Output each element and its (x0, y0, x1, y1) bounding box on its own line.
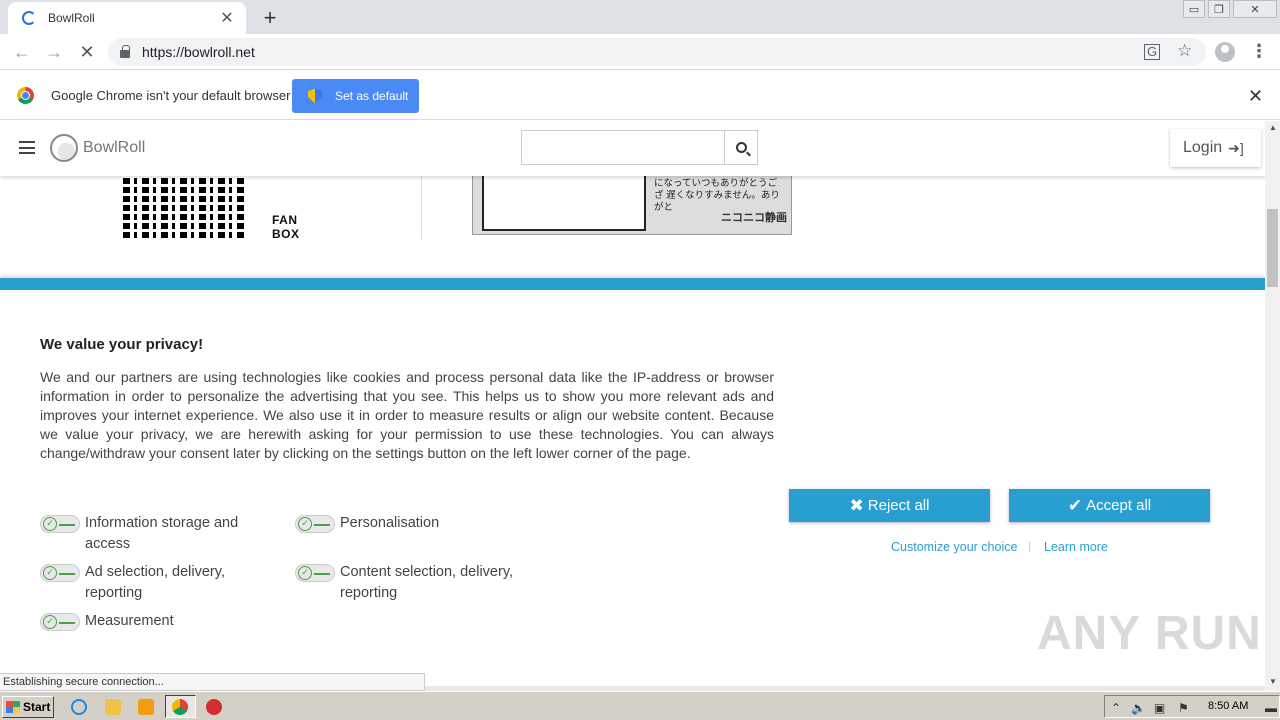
site-search-button[interactable] (724, 130, 758, 165)
chrome-menu-icon[interactable]: ⋮ (1250, 41, 1268, 62)
content-divider (421, 176, 422, 239)
site-header: BowlRoll Login ➜] (0, 121, 1265, 176)
start-button[interactable]: Start (2, 696, 54, 718)
nico-screen-graphic (482, 176, 646, 231)
check-icon: ✓ (298, 566, 312, 580)
chrome-icon[interactable] (172, 699, 188, 715)
purpose-information-storage[interactable]: ✓ Information storage and access (40, 513, 255, 555)
windows-flag-icon (6, 701, 20, 713)
nico-seiga-logo: ニコニコ静画 (721, 212, 787, 224)
purpose-label: Content selection, delivery, reporting (340, 564, 514, 601)
site-search-input[interactable] (521, 130, 725, 165)
infobar-close-icon[interactable]: ✕ (1248, 86, 1263, 107)
purpose-toggle[interactable]: ✓ (40, 515, 80, 533)
volume-icon[interactable]: 🔈 (1131, 701, 1146, 715)
infobar-message: Google Chrome isn't your default browser (51, 88, 291, 103)
check-icon: ✓ (298, 517, 312, 531)
tab-close-icon[interactable]: ✕ (218, 8, 236, 28)
bowlroll-logo-icon[interactable] (50, 134, 78, 162)
show-desktop-icon[interactable]: ▬ (1265, 701, 1277, 715)
uac-shield-icon (308, 88, 322, 104)
browser-tab[interactable]: BowlRoll ✕ (8, 2, 246, 34)
scroll-down-arrow-icon[interactable]: ▼ (1269, 677, 1277, 686)
forward-arrow-icon[interactable]: → (43, 41, 65, 63)
consent-title: We value your privacy! (40, 336, 204, 353)
tab-strip: BowlRoll ✕ + ▭ ❐ ✕ (0, 0, 1280, 34)
vertical-scrollbar[interactable]: ▲ ▼ (1265, 121, 1280, 691)
anyrun-watermark: ANY RUN (1037, 607, 1262, 660)
fanbox-qr-code (123, 176, 247, 238)
page-viewport: BowlRoll Login ➜] FAN BOX になっていつもありがとうござ… (0, 121, 1265, 691)
tray-expand-icon[interactable]: ⌃ (1111, 701, 1121, 715)
browser-toolbar: ← → ✕ https://bowlroll.net G ☆ (0, 34, 1280, 70)
check-icon: ✓ (43, 566, 57, 580)
check-icon: ✓ (43, 615, 57, 629)
nico-seiga-banner[interactable]: になっていつもありがとうござ 遅くなりすみません。ありがと ニコニコ静画 (472, 176, 792, 235)
learn-more-link[interactable]: Learn more (1044, 540, 1108, 554)
reject-all-label: Reject all (867, 497, 930, 514)
translate-icon[interactable]: G (1144, 44, 1160, 60)
network-icon[interactable]: ▣ (1154, 701, 1165, 715)
file-explorer-icon[interactable] (105, 699, 121, 715)
window-close-button[interactable]: ✕ (1233, 0, 1277, 18)
purpose-personalisation[interactable]: ✓ Personalisation (295, 513, 525, 534)
purpose-toggle[interactable]: ✓ (295, 564, 335, 582)
reject-all-button[interactable]: ✖ Reject all (789, 489, 990, 522)
fanbox-label-line2: BOX (272, 227, 300, 241)
login-label: Login (1183, 139, 1223, 156)
purpose-label: Information storage and access (85, 515, 239, 552)
scroll-up-arrow-icon[interactable]: ▲ (1269, 123, 1277, 132)
taskbar-clock[interactable]: 8:50 AM (1208, 700, 1248, 712)
checkmark-icon: ✔ (1067, 495, 1083, 515)
purpose-label: Personalisation (340, 515, 440, 531)
new-tab-button[interactable]: + (258, 5, 282, 31)
check-icon: ✓ (43, 517, 57, 531)
purpose-toggle[interactable]: ✓ (295, 515, 335, 533)
maximize-button[interactable]: ❐ (1208, 0, 1230, 18)
chrome-logo-icon (17, 87, 34, 104)
link-separator: | (1028, 539, 1032, 553)
sign-in-icon: ➜] (1228, 139, 1244, 156)
start-label: Start (23, 700, 51, 714)
purpose-measurement[interactable]: ✓ Measurement (40, 611, 255, 632)
site-logo-text[interactable]: BowlRoll (83, 139, 145, 157)
loading-spinner-icon (22, 11, 36, 25)
profile-avatar-icon[interactable] (1215, 42, 1235, 62)
system-tray: ⌃ 🔈 ▣ ⚑ ▬ (1104, 695, 1280, 718)
action-center-flag-icon[interactable]: ⚑ (1178, 701, 1189, 715)
tab-title: BowlRoll (48, 11, 95, 25)
media-player-icon[interactable] (138, 699, 154, 715)
bookmark-star-icon[interactable]: ☆ (1177, 41, 1192, 61)
hamburger-menu-icon[interactable] (19, 141, 35, 154)
set-as-default-button[interactable]: Set as default (292, 79, 419, 113)
status-bubble: Establishing secure connection... (0, 673, 425, 691)
url-text[interactable]: https://bowlroll.net (142, 44, 255, 60)
purpose-toggle[interactable]: ✓ (40, 564, 80, 582)
customize-choice-link[interactable]: Customize your choice (891, 540, 1017, 554)
purpose-content-selection[interactable]: ✓ Content selection, delivery, reporting (295, 562, 530, 604)
purpose-label: Ad selection, delivery, reporting (85, 564, 225, 601)
purpose-toggle[interactable]: ✓ (40, 613, 80, 631)
accept-all-button[interactable]: ✔ Accept all (1009, 489, 1210, 522)
stop-sign-icon[interactable] (206, 699, 222, 715)
lock-icon[interactable] (120, 45, 130, 58)
minimize-button[interactable]: ▭ (1183, 0, 1205, 18)
scrollbar-thumb[interactable] (1267, 209, 1278, 287)
purpose-label: Measurement (85, 613, 174, 629)
stop-loading-icon[interactable]: ✕ (76, 41, 98, 63)
consent-body: We and our partners are using technologi… (40, 369, 774, 461)
set-as-default-label: Set as default (335, 89, 409, 103)
back-arrow-icon[interactable]: ← (11, 41, 33, 63)
search-icon (735, 142, 747, 153)
internet-explorer-icon[interactable] (71, 699, 87, 715)
windows-taskbar: Start ⌃ 🔈 ▣ ⚑ ▬ 8:50 AM (0, 691, 1280, 720)
login-button[interactable]: Login ➜] (1170, 129, 1261, 167)
x-icon: ✖ (849, 495, 864, 515)
accept-all-label: Accept all (1086, 497, 1152, 514)
fanbox-label-line1: FAN (272, 213, 298, 227)
fanbox-label: FAN BOX (272, 213, 300, 241)
purpose-ad-selection[interactable]: ✓ Ad selection, delivery, reporting (40, 562, 255, 604)
address-bar[interactable]: https://bowlroll.net G ☆ (108, 38, 1206, 66)
